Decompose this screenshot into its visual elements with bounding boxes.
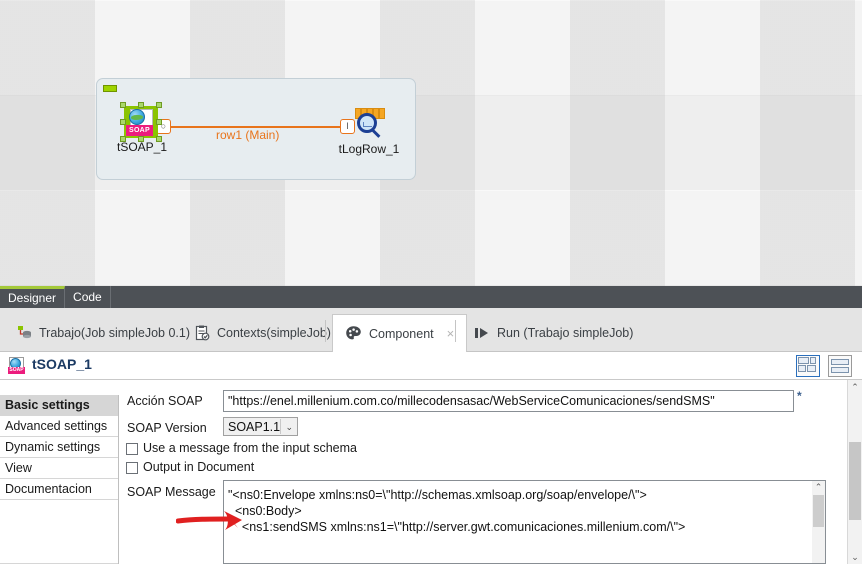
component-label-tlogrow: tLogRow_1: [338, 142, 400, 156]
soap-action-input[interactable]: "https://enel.millenium.com.co/millecode…: [223, 390, 794, 412]
soap-badge: SOAP: [8, 367, 25, 374]
palette-icon: [345, 325, 362, 342]
sidebar-item-documentacion[interactable]: Documentacion: [0, 479, 118, 500]
sidebar-item-label: View: [5, 461, 32, 475]
editor-tab-strip: Designer Code: [0, 286, 862, 308]
scroll-down-icon[interactable]: ⌄: [848, 550, 862, 564]
sidebar-item-basic-settings[interactable]: Basic settings: [0, 395, 118, 416]
magnifier-crosshair: [363, 122, 372, 127]
textarea-scrollbar[interactable]: ⌃: [812, 481, 825, 563]
scroll-up-icon[interactable]: ⌃: [848, 380, 862, 394]
close-icon[interactable]: ×: [447, 326, 455, 341]
layout-toggle-group: [792, 355, 852, 377]
scroll-up-icon[interactable]: ⌃: [812, 481, 825, 494]
component-node-tlogrow[interactable]: tLogRow_1: [339, 108, 399, 156]
sidebar-item-dynamic-settings[interactable]: Dynamic settings: [0, 437, 118, 458]
soap-component-icon: SOAP: [8, 357, 26, 375]
magnifier-icon: [357, 113, 377, 133]
scrollbar-thumb[interactable]: [813, 495, 824, 527]
tab-trabajo-job-label: Trabajo(Job simpleJob 0.1): [39, 326, 190, 340]
tab-code-label: Code: [73, 290, 102, 304]
subjob-collapse-toggle[interactable]: [103, 85, 117, 92]
soap-message-line: "<ns0:Envelope xmlns:ns0=\"http://schema…: [228, 488, 647, 502]
chevron-down-icon: ⌄: [285, 422, 293, 432]
soap-message-textarea[interactable]: "<ns0:Envelope xmlns:ns0=\"http://schema…: [223, 480, 826, 564]
soap-message-line: <ns1:sendSMS xmlns:ns1=\"http://server.g…: [228, 520, 686, 534]
talend-studio-window: ○ I row1 (Main) SOAP tSOAP_1 tLogRow_1 D…: [0, 0, 862, 564]
soap-action-label: Acción SOAP: [127, 394, 203, 408]
tab-contexts-label: Contexts(simpleJob): [217, 326, 331, 340]
sidebar-item-label: Advanced settings: [5, 419, 108, 433]
tab-separator-1: [325, 320, 326, 342]
tab-run[interactable]: Run (Trabajo simpleJob): [462, 314, 645, 352]
job-icon: [16, 325, 32, 341]
sidebar-item-label: Dynamic settings: [5, 440, 101, 454]
tab-code[interactable]: Code: [65, 286, 111, 308]
run-icon: [474, 326, 490, 340]
panel-scrollbar[interactable]: ⌃ ⌄: [847, 380, 862, 564]
page-title: tSOAP_1: [32, 356, 92, 372]
grid-layout-button[interactable]: [795, 355, 820, 377]
soap-message-label: SOAP Message: [127, 485, 216, 499]
component-label-tsoap: tSOAP_1: [116, 140, 168, 154]
connection-label: row1 (Main): [216, 128, 280, 142]
component-node-tsoap[interactable]: SOAP tSOAP_1: [117, 102, 167, 154]
view-tab-bar: Trabajo(Job simpleJob 0.1) Contexts(simp…: [0, 308, 862, 352]
tab-component-label: Component: [369, 326, 434, 341]
soap-version-select[interactable]: SOAP1.1 ⌄: [223, 417, 298, 436]
use-input-message-label: Use a message from the input schema: [143, 441, 357, 455]
sidebar-filler: [0, 500, 118, 564]
tab-component[interactable]: Component ×: [332, 314, 468, 352]
output-in-document-checkbox[interactable]: [126, 462, 138, 474]
tab-trabajo-job[interactable]: Trabajo(Job simpleJob 0.1): [4, 314, 202, 352]
selection-handles[interactable]: [120, 102, 162, 142]
sidebar-item-advanced-settings[interactable]: Advanced settings: [0, 416, 118, 437]
contexts-icon: [194, 325, 210, 341]
soap-version-value: SOAP1.1: [228, 420, 281, 434]
component-properties-panel: SOAP tSOAP_1 Basic settings Advanced set…: [0, 352, 862, 564]
basic-settings-form: Acción SOAP "https://enel.millenium.com.…: [119, 380, 862, 564]
select-separator: [280, 419, 281, 434]
tab-separator-2: [455, 320, 456, 342]
soap-message-line: <ns0:Body>: [228, 504, 302, 518]
tab-contexts[interactable]: Contexts(simpleJob): [182, 314, 343, 352]
tab-designer-label: Designer: [8, 291, 57, 305]
use-input-message-checkbox[interactable]: [126, 443, 138, 455]
tab-designer[interactable]: Designer: [0, 286, 66, 308]
required-marker: *: [797, 389, 802, 403]
soap-version-label: SOAP Version: [127, 421, 207, 435]
list-layout-button[interactable]: [828, 355, 852, 377]
tab-run-label: Run (Trabajo simpleJob): [497, 326, 634, 340]
sidebar-item-view[interactable]: View: [0, 458, 118, 479]
job-designer-canvas[interactable]: ○ I row1 (Main) SOAP tSOAP_1 tLogRow_1: [0, 0, 862, 286]
component-header: SOAP tSOAP_1: [0, 352, 862, 380]
settings-tab-list: Basic settings Advanced settings Dynamic…: [0, 395, 119, 564]
sidebar-item-label: Documentacion: [5, 482, 92, 496]
output-in-document-label: Output in Document: [143, 460, 255, 474]
sidebar-item-label: Basic settings: [5, 398, 90, 412]
scrollbar-thumb[interactable]: [849, 442, 861, 520]
